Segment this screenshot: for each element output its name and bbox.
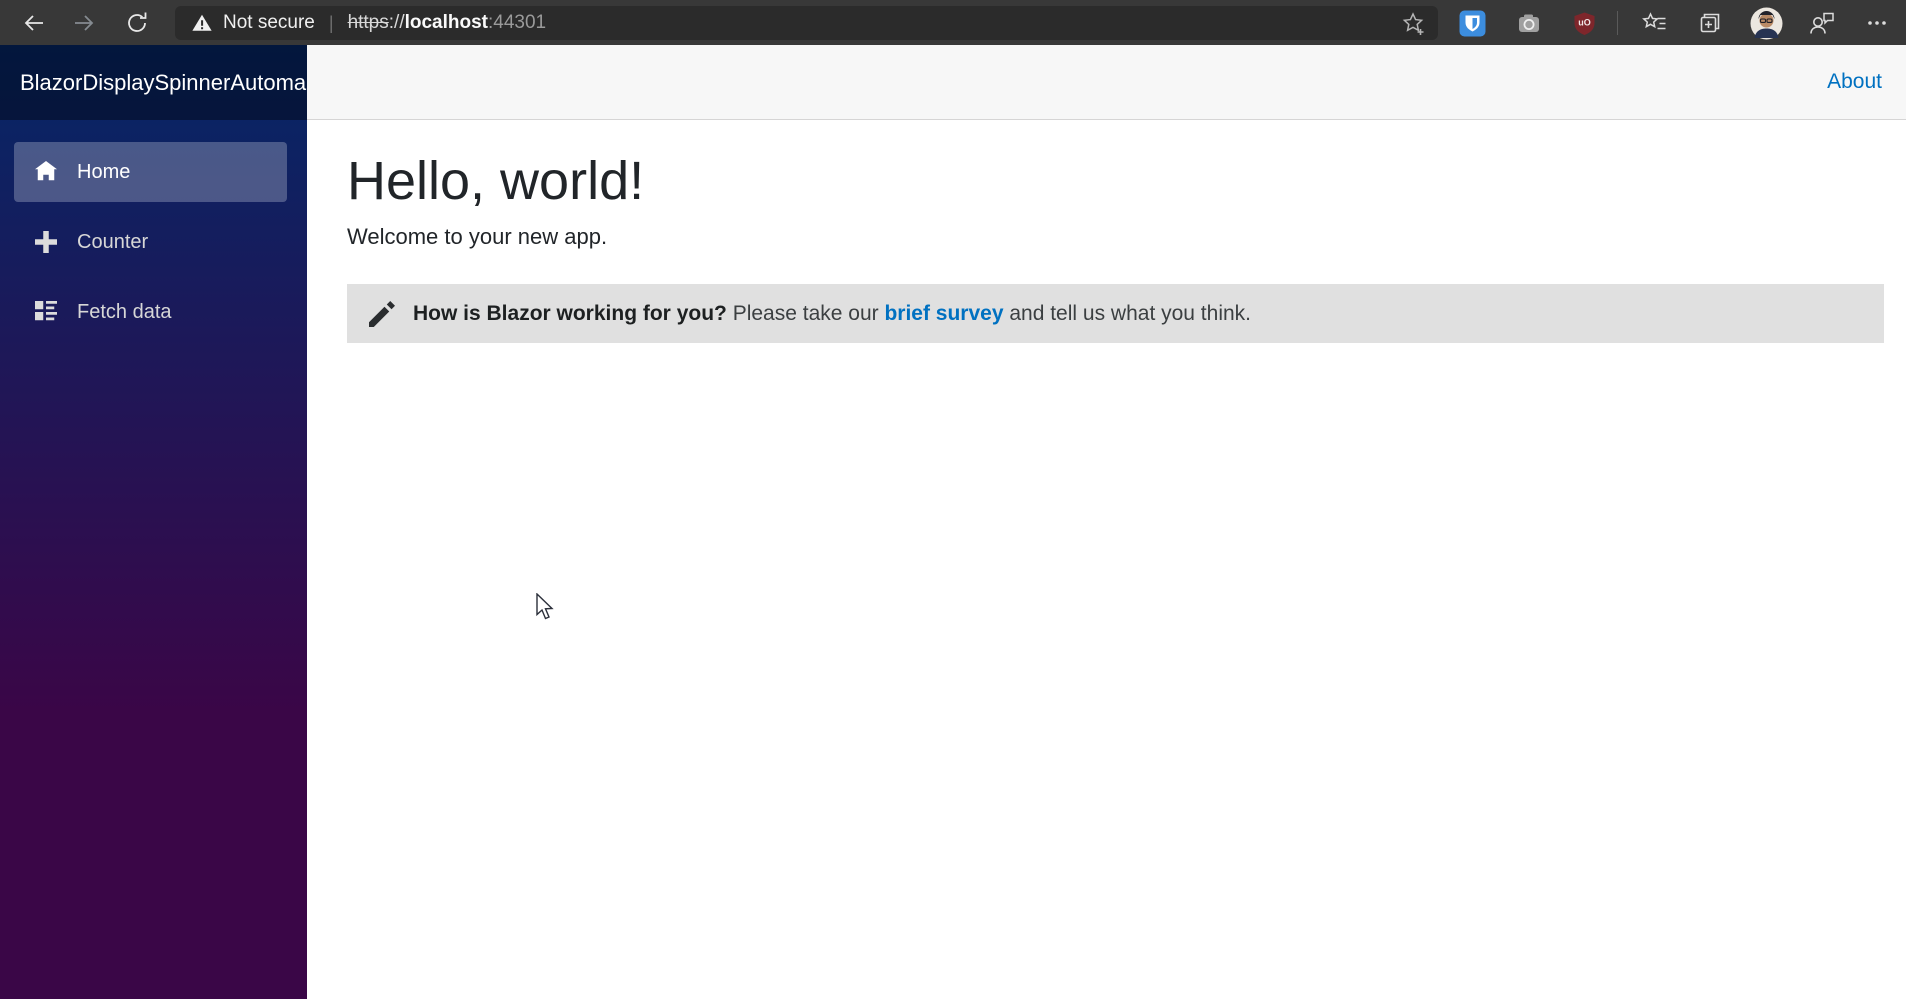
camera-icon — [1519, 14, 1539, 32]
favorites-star-list-icon — [1642, 12, 1666, 30]
extension-ublock-button[interactable]: uO — [1570, 9, 1598, 37]
survey-question: How is Blazor working for you? — [413, 301, 727, 325]
browser-toolbar: Not secure | https://localhost:44301 uO — [0, 0, 1906, 45]
back-button[interactable] — [21, 10, 47, 36]
feedback-button[interactable] — [1808, 9, 1836, 37]
add-favorite-star-icon[interactable] — [1400, 10, 1426, 36]
app-root: BlazorDisplaySpinnerAutoma Home Counter — [0, 45, 1906, 999]
main-content: Hello, world! Welcome to your new app. H… — [307, 120, 1906, 344]
collections-icon — [1700, 13, 1720, 33]
address-bar[interactable]: Not secure | https://localhost:44301 — [175, 6, 1438, 40]
survey-text-before-link: Please take our — [726, 301, 885, 325]
sidebar-item-label: Counter — [77, 230, 149, 253]
extension-bitwarden-button[interactable] — [1458, 9, 1486, 37]
favorites-bar-button[interactable] — [1641, 9, 1669, 37]
forward-arrow-icon — [75, 15, 94, 31]
about-link[interactable]: About — [1827, 70, 1882, 94]
sidebar: BlazorDisplaySpinnerAutoma Home Counter — [0, 45, 307, 999]
pencil-icon — [369, 300, 395, 327]
security-status-label: Not secure — [223, 12, 315, 33]
url-port: :44301 — [488, 12, 547, 33]
sidebar-item-fetch-data[interactable]: Fetch data — [14, 282, 287, 342]
browser-window: Not secure | https://localhost:44301 uO … — [0, 0, 1906, 999]
profile-avatar[interactable] — [1749, 6, 1783, 40]
page-title: Hello, world! — [347, 151, 645, 211]
settings-more-button[interactable] — [1863, 9, 1891, 37]
person-feedback-icon — [1810, 12, 1834, 34]
address-divider: | — [328, 12, 334, 33]
url-separator: :// — [388, 12, 405, 33]
survey-text: How is Blazor working for you? Please ta… — [413, 302, 1251, 326]
plus-icon — [35, 231, 57, 253]
toolbar-separator — [1617, 11, 1618, 35]
refresh-button[interactable] — [124, 10, 150, 36]
not-secure-warning-icon — [192, 14, 212, 31]
app-brand-bar: BlazorDisplaySpinnerAutoma — [0, 45, 307, 120]
url-text: https://localhost:44301 — [348, 12, 547, 34]
sidebar-item-label: Fetch data — [77, 300, 172, 323]
brief-survey-link[interactable]: brief survey — [884, 302, 1003, 325]
sidebar-nav: Home Counter Fetch data — [0, 120, 307, 352]
url-scheme: https — [347, 12, 389, 33]
avatar-photo-icon — [1750, 7, 1782, 39]
survey-banner: How is Blazor working for you? Please ta… — [347, 284, 1884, 344]
list-rich-icon — [35, 301, 57, 323]
back-arrow-icon — [24, 15, 43, 31]
sidebar-item-label: Home — [77, 160, 131, 183]
extension-camera-button[interactable] — [1515, 9, 1543, 37]
svg-text:uO: uO — [1578, 17, 1591, 27]
sidebar-item-counter[interactable]: Counter — [14, 212, 287, 272]
url-host: localhost — [404, 12, 489, 33]
refresh-icon — [128, 12, 147, 32]
ellipsis-icon — [1868, 21, 1886, 25]
app-top-bar: About — [307, 45, 1906, 120]
sidebar-item-home[interactable]: Home — [14, 142, 287, 202]
survey-text-after-link: and tell us what you think. — [1003, 301, 1251, 325]
collections-button[interactable] — [1696, 9, 1724, 37]
main-column: About Hello, world! Welcome to your new … — [307, 45, 1906, 999]
ublock-shield-icon: uO — [1574, 12, 1594, 35]
home-icon — [35, 161, 57, 183]
forward-button[interactable] — [71, 10, 97, 36]
welcome-text: Welcome to your new app. — [347, 224, 608, 250]
bitwarden-shield-icon — [1459, 10, 1485, 36]
app-brand-title: BlazorDisplaySpinnerAutoma — [20, 69, 307, 95]
